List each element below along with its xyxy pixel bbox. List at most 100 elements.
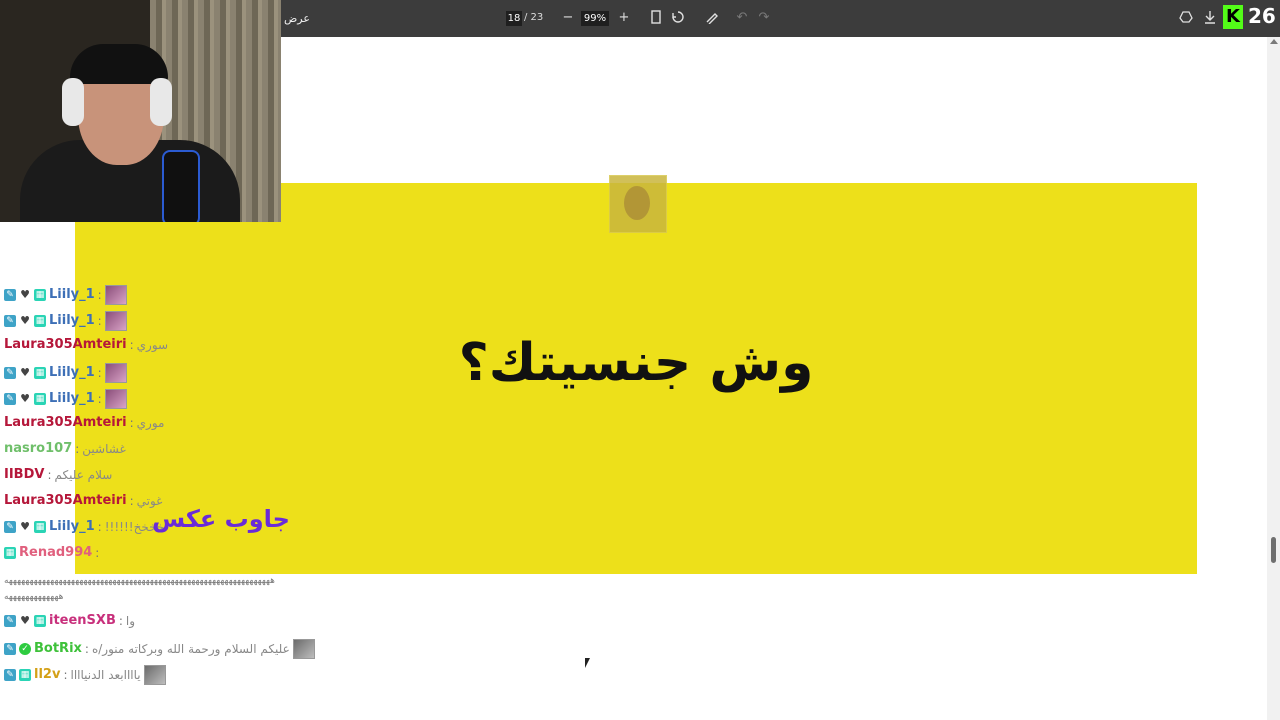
chat-separator: : <box>97 314 102 328</box>
verified-badge-icon: ✓ <box>19 643 31 655</box>
moderator-badge-icon: ✎ <box>4 315 16 327</box>
subscriber-badge-icon: ▦ <box>4 547 16 559</box>
chat-message: ✎ ♥ ▦ Liily_1 : <box>4 361 404 387</box>
vip-badge-icon: ♥ <box>20 314 30 327</box>
chat-username: Liily_1 <box>49 287 95 302</box>
vip-badge-icon: ♥ <box>20 288 30 301</box>
scrollbar-thumb[interactable] <box>1271 537 1276 563</box>
chat-message-long: هههههههههههههههههههههههههههههههههههههههه… <box>4 569 404 611</box>
chat-text: سلام عليكم <box>54 468 113 482</box>
mouse-cursor-icon <box>585 658 590 668</box>
drive-icon[interactable] <box>1178 10 1194 26</box>
moderator-badge-icon: ✎ <box>4 615 16 627</box>
viewer-count: 26 <box>1248 4 1276 28</box>
moderator-badge-icon: ✎ <box>4 669 16 681</box>
chat-text: وا <box>125 614 136 628</box>
streamer-cap <box>70 44 168 84</box>
chat-username: Liily_1 <box>49 313 95 328</box>
undo-icon[interactable]: ↶ <box>734 10 750 26</box>
chat-message: ✎ ♥ ▦ Liily_1 : <box>4 387 404 413</box>
chat-emote-icon <box>104 311 127 331</box>
moderator-badge-icon: ✎ <box>4 367 16 379</box>
subscriber-badge-icon: ▦ <box>19 669 31 681</box>
zoom-in-button[interactable]: + <box>616 10 632 26</box>
chat-username: nasro107 <box>4 441 73 456</box>
headphone-right <box>150 78 172 126</box>
chat-text: هههههههههههههه <box>4 592 64 602</box>
chat-message: ▦ Renad994 : <box>4 543 404 569</box>
chat-text: موري <box>136 416 165 430</box>
chat-message: ✎ ♥ ▦ iteenSXB : وا <box>4 611 404 637</box>
zoom-out-button[interactable]: − <box>560 10 576 26</box>
chat-separator: : <box>75 442 80 456</box>
chat-username: ll2v <box>34 667 61 682</box>
vip-badge-icon: ♥ <box>20 392 30 405</box>
microphone <box>162 150 200 222</box>
chat-separator: : <box>63 668 68 682</box>
chat-separator: : <box>47 468 52 482</box>
chat-separator: : <box>84 642 89 656</box>
webcam-feed <box>0 0 281 222</box>
subscriber-badge-icon: ▦ <box>34 521 46 533</box>
chat-username: iteenSXB <box>49 613 116 628</box>
moderator-badge-icon: ✎ <box>4 393 16 405</box>
vip-badge-icon: ♥ <box>20 520 30 533</box>
chat-username: Liily_1 <box>49 391 95 406</box>
chat-username: Liily_1 <box>49 365 95 380</box>
chat-text: عليكم السلام ورحمة الله وبركاته منور/ه <box>91 642 290 656</box>
chat-text: سوري <box>136 338 169 352</box>
page-total: / 23 <box>524 12 544 23</box>
chat-text: هههههههههههههههههههههههههههههههههههههههه… <box>4 576 275 586</box>
chat-separator: : <box>129 494 134 508</box>
chat-message: ✎ ▦ ll2v : ياااابعد الدنياااا <box>4 663 404 689</box>
chat-message: IIBDV : سلام عليكم <box>4 465 404 491</box>
vertical-scrollbar[interactable] <box>1267 37 1280 720</box>
slide-face-thumbnail <box>609 175 667 233</box>
chat-text: غشاشين <box>82 442 126 456</box>
chat-message: ✎ ♥ ▦ Liily_1 : <box>4 309 404 335</box>
chat-message: ✎ ✓ BotRix : عليكم السلام ورحمة الله وبر… <box>4 637 404 663</box>
chat-separator: : <box>95 546 100 560</box>
chat-username: Laura305Amteiri <box>4 337 127 352</box>
subscriber-badge-icon: ▦ <box>34 367 46 379</box>
draw-icon[interactable] <box>704 10 720 26</box>
subscriber-badge-icon: ▦ <box>34 289 46 301</box>
zoom-input[interactable]: 99% <box>581 11 609 26</box>
scroll-up-icon[interactable] <box>1270 39 1278 44</box>
chat-username: Liily_1 <box>49 519 95 534</box>
chat-emote-icon <box>104 389 127 409</box>
redo-icon[interactable]: ↷ <box>756 10 772 26</box>
chat-message: Laura305Amteiri : موري <box>4 413 404 439</box>
chat-username: IIBDV <box>4 467 45 482</box>
chat-username: Renad994 <box>19 545 93 560</box>
chat-emote-icon <box>104 285 127 305</box>
chat-separator: : <box>129 416 134 430</box>
chat-separator: : <box>97 392 102 406</box>
chat-text: ياااابعد الدنياااا <box>70 668 141 682</box>
chat-separator: : <box>129 338 134 352</box>
subscriber-badge-icon: ▦ <box>34 393 46 405</box>
kick-logo-icon: K <box>1223 5 1243 29</box>
chat-separator: : <box>97 520 102 534</box>
chat-username: Laura305Amteiri <box>4 415 127 430</box>
subscriber-badge-icon: ▦ <box>34 315 46 327</box>
subscriber-badge-icon: ▦ <box>34 615 46 627</box>
chat-message: nasro107 : غشاشين <box>4 439 404 465</box>
vip-badge-icon: ♥ <box>20 614 30 627</box>
toolbar-title: عرض <box>284 12 310 25</box>
headphone-left <box>62 78 84 126</box>
page-number-input[interactable]: 18 <box>506 11 522 26</box>
moderator-badge-icon: ✎ <box>4 521 16 533</box>
chat-emote-icon <box>143 665 166 685</box>
fit-page-icon[interactable] <box>648 10 664 26</box>
chat-emote-icon <box>104 363 127 383</box>
moderator-badge-icon: ✎ <box>4 643 16 655</box>
download-icon[interactable] <box>1202 10 1218 26</box>
chat-username: Laura305Amteiri <box>4 493 127 508</box>
chat-message: Laura305Amteiri : سوري <box>4 335 404 361</box>
chat-emote-icon <box>292 639 315 659</box>
face-image <box>624 186 650 220</box>
chat-message: ✎ ♥ ▦ Liily_1 : <box>4 283 404 309</box>
chat-separator: : <box>97 366 102 380</box>
rotate-icon[interactable] <box>670 10 686 26</box>
